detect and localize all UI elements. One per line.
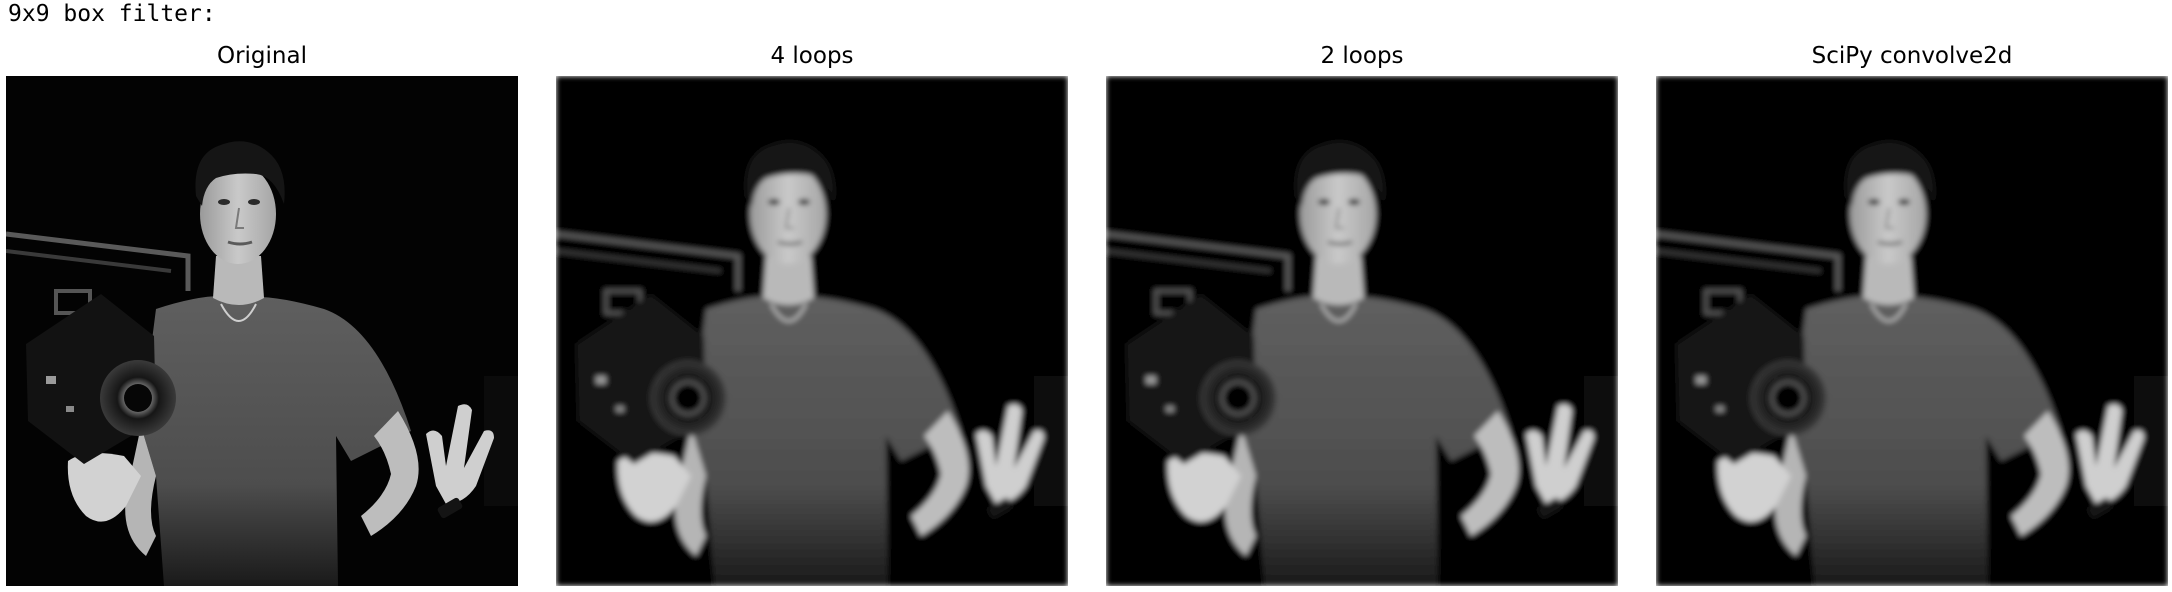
panel-title: 2 loops [1320,43,1404,69]
photo-image [1656,76,2168,586]
panel-original: Original [6,40,518,586]
figure-header: 9x9 box filter: [8,1,216,27]
panel-title: 4 loops [770,43,854,69]
photo-image [556,76,1068,586]
photo-image [6,76,518,586]
panel-scipy-convolve2d: SciPy convolve2d [1656,40,2168,586]
photo-image [1106,76,1618,586]
panel-4-loops: 4 loops [556,40,1068,586]
panel-title: Original [216,43,307,69]
panel-title: SciPy convolve2d [1811,43,2013,69]
panel-2-loops: 2 loops [1106,40,1618,586]
